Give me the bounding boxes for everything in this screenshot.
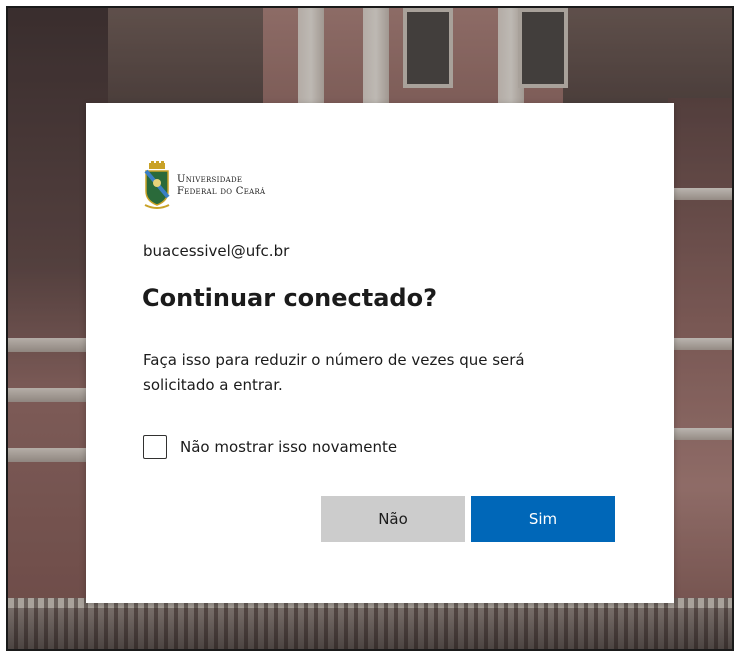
stay-signed-in-dialog: Universidade Federal do Ceará buacessive…: [86, 103, 674, 603]
no-button[interactable]: Não: [321, 496, 465, 542]
account-email: buacessivel@ufc.br: [143, 242, 290, 260]
dont-show-again-label[interactable]: Não mostrar isso novamente: [180, 438, 397, 456]
dont-show-again-checkbox[interactable]: [143, 435, 167, 459]
ufc-crest-icon: [144, 161, 170, 209]
logo-line-2: Federal do Ceará: [177, 186, 266, 197]
dialog-title: Continuar conectado?: [142, 284, 438, 312]
dialog-description: Faça isso para reduzir o número de vezes…: [143, 351, 525, 394]
dont-show-again-option[interactable]: Não mostrar isso novamente: [143, 435, 397, 459]
window-frame: Universidade Federal do Ceará buacessive…: [6, 6, 734, 651]
logo-line-1: Universidade: [177, 174, 243, 185]
yes-button[interactable]: Sim: [471, 496, 615, 542]
ufc-logo: Universidade Federal do Ceará: [143, 161, 265, 211]
